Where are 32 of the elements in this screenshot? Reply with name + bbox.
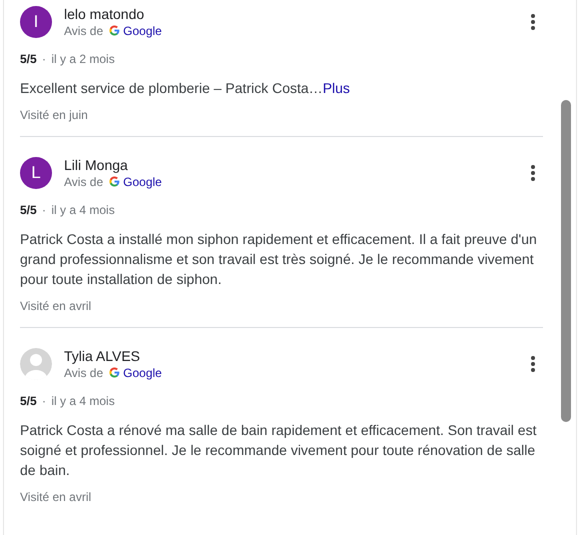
source-name: Google [123,364,162,380]
review-date: il y a 4 mois [51,203,115,217]
source-name: Google [123,174,162,190]
avatar-silhouette-icon [20,348,52,380]
review-date: il y a 2 mois [51,52,115,66]
google-g-icon [109,25,120,36]
avatar: L [20,157,52,189]
source-label: Avis de [64,174,104,190]
review-date: il y a 4 mois [51,394,115,408]
source-label: Avis de [64,364,104,380]
review-text: Patrick Costa a installé mon siphon rapidement et efficacement. Il a fait preuve d'un grand professionnalisme et son travail est très soigné. Je le recommande vivement pour toute installation de siphon. [20,231,537,287]
rating: 5/5 [20,203,37,217]
google-g-icon [109,367,120,378]
author-name: Tylia ALVES [64,348,142,364]
separator-dot: · [42,52,46,66]
visit-date: Visité en avril [20,490,92,504]
more-link[interactable]: Plus [322,80,350,96]
rating: 5/5 [20,52,37,66]
avatar: I [20,6,52,38]
review-text: Excellent service de plomberie – Patrick Costa… [20,80,323,96]
separator-dot: · [42,203,46,217]
review-text: Patrick Costa a rénové ma salle de bain rapidement et efficacement. Son travail est soigné et professionnel. Je le recommande vivement pour toute rénovation de salle de bain. [20,422,536,478]
separator-dot: · [42,394,46,408]
source-label: Avis de [64,22,104,38]
google-g-icon [109,176,120,187]
source-name: Google [123,22,162,38]
visit-date: Visité en avril [20,299,92,313]
visit-date: Visité en juin [20,108,89,122]
rating: 5/5 [20,394,37,408]
author-name: Lili Monga [64,156,129,174]
author-name: lelo matondo [64,6,146,22]
scrollbar-thumb[interactable] [561,100,571,422]
